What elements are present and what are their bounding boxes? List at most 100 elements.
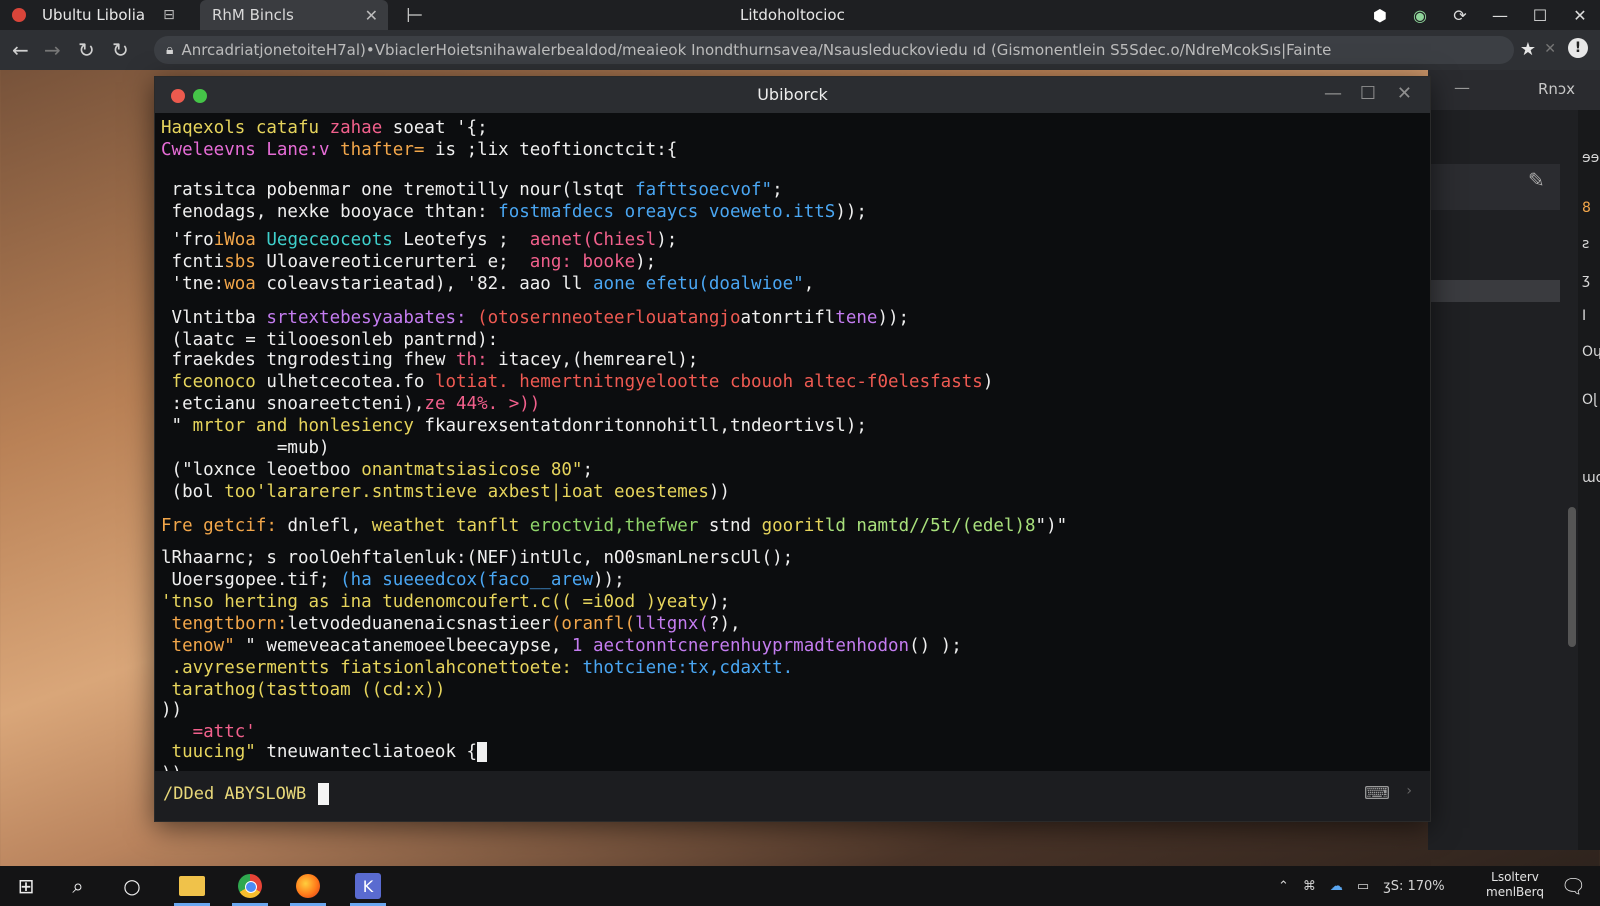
reload-alt-icon[interactable]: ↻ — [112, 38, 129, 62]
clear-icon[interactable]: ✕ — [1544, 41, 1556, 57]
notification-icon[interactable]: 🗨︎ — [1561, 874, 1586, 898]
terminal-text-segment: )) — [161, 700, 183, 720]
terminal-text-segment: onantmatsiasicose 80" — [361, 460, 583, 480]
terminal-text-segment: Uegeceoceots — [266, 230, 404, 250]
terminal-text-segment: Cweleevns Lane:v — [161, 140, 341, 160]
terminal-text-segment: tudenomcoufert.c(( =i0od )yeaty — [382, 592, 709, 612]
terminal-text-segment: weathet tanflt — [371, 516, 530, 536]
battery-icon[interactable]: ▭ — [1357, 879, 1369, 894]
terminal-line: tarathog(tasttoam ((cd:x)) — [161, 679, 446, 701]
system-tray: ⌃ ⌘ ☁ ▭ ʒS: 170% — [1278, 866, 1445, 906]
new-tab-icon[interactable]: ⊢ — [406, 3, 423, 27]
cloud-icon[interactable]: ☁ — [1330, 879, 1343, 894]
tab-grid-icon[interactable]: ⊟ — [163, 7, 175, 23]
terminal-prompt-bar[interactable]: /DDed ABYSLOWB ⌨ › — [155, 771, 1430, 821]
krita-icon[interactable]: K — [342, 866, 394, 906]
sync-icon[interactable]: ⟳ — [1440, 6, 1480, 25]
minimize-icon[interactable]: — — [1454, 78, 1470, 97]
firefox-icon[interactable] — [282, 866, 334, 906]
terminal-text-segment: ); — [635, 252, 657, 272]
terminal-text-segment: tuucing" — [161, 742, 267, 762]
terminal-text-segment: , — [803, 274, 815, 294]
terminal-text-segment: " — [161, 416, 193, 436]
minimize-icon[interactable]: — — [1480, 6, 1520, 25]
terminal-text-segment: ulhetcecotea.fo — [266, 372, 435, 392]
terminal-line: (bol too'lararerer.sntmstieve axbest|ioa… — [161, 481, 730, 503]
side-tool-icon[interactable]: ƨ — [1582, 236, 1589, 252]
terminal-text-segment: ); — [708, 592, 730, 612]
chevron-right-icon[interactable]: › — [1406, 783, 1412, 799]
profile-icon[interactable]: ◉ — [1400, 6, 1440, 25]
reload-icon[interactable]: ↻ — [78, 38, 95, 62]
ubuntu-logo-icon — [12, 8, 26, 22]
terminal-line: Cweleevns Lane:v thafter= is ;lix teofti… — [161, 139, 677, 161]
close-window-icon[interactable]: ✕ — [1560, 6, 1600, 25]
terminal-text-segment: ; — [582, 460, 593, 480]
network-icon[interactable]: ⌘ — [1303, 879, 1316, 894]
terminal-text-segment: Fre getcif: — [161, 516, 288, 536]
maximize-icon[interactable]: ☐ — [1360, 83, 1376, 104]
tray-status-text[interactable]: ʒS: 170% — [1383, 879, 1444, 894]
keyboard-icon[interactable]: ⌨ — [1364, 783, 1390, 804]
terminal-text-segment: th: — [456, 350, 488, 370]
side-tool-icon[interactable]: ɯɑɭ — [1582, 470, 1600, 486]
side-tool-icon[interactable]: ɘɘɑ — [1582, 150, 1600, 166]
terminal-line: Fre getcif: dnlefl, weathet tanflt eroct… — [161, 515, 1067, 537]
address-bar[interactable]: 🔒︎ AnrcadriatjonetoiteH7al)•VbiaclerHoie… — [154, 36, 1514, 64]
terminal-text-segment: mrtor and honlesiency — [192, 416, 425, 436]
terminal-text-segment: .avyresermentts — [161, 658, 341, 678]
terminal-line: " mrtor and honlesiency fkaurexsentatdon… — [161, 415, 867, 437]
side-tool-icon[interactable]: ʒ — [1582, 272, 1590, 288]
terminal-text-segment: goorit — [761, 516, 825, 536]
close-icon[interactable]: ✕ — [1397, 83, 1412, 104]
tab-ubuntu[interactable]: Ubultu Libolia ⊟ — [0, 0, 200, 30]
terminal-line: fraekdes tngrodesting fhew th: itacey,(h… — [161, 349, 699, 371]
side-tool-icon[interactable]: 8 — [1582, 200, 1591, 216]
forward-icon[interactable]: → — [44, 38, 61, 62]
side-tool-icon[interactable]: I — [1582, 308, 1586, 324]
maximize-icon[interactable]: ☐ — [1520, 6, 1560, 25]
terminal-line: fcntisbs Uloavereoticerurteri e; ang: bo… — [161, 251, 657, 273]
terminal-text-segment: coleavstarieatad), '82. aao ll — [266, 274, 593, 294]
pen-icon[interactable]: ✎ — [1528, 168, 1545, 192]
search-icon[interactable]: ⌕ — [52, 866, 104, 906]
task-view-icon[interactable]: ○ — [106, 866, 158, 906]
terminal-text-segment: sbs — [224, 252, 267, 272]
file-explorer-icon[interactable] — [166, 866, 218, 906]
terminal-line: 'tnso herting as ina tudenomcoufert.c(( … — [161, 591, 730, 613]
terminal-text-segment: stnd — [708, 516, 762, 536]
terminal-text-segment: soeat '{; — [382, 118, 488, 138]
start-icon[interactable]: ⊞ — [0, 866, 52, 906]
terminal-text-segment: Haqexols catafu — [161, 118, 330, 138]
terminal-title: Ubiborck — [757, 85, 828, 104]
terminal-line: )) — [161, 699, 182, 721]
terminal-text-segment: intUlc, nO0smanLnerscUl(); — [519, 548, 794, 568]
bookmark-star-icon[interactable]: ★ — [1520, 39, 1536, 60]
chevron-up-icon[interactable]: ⌃ — [1278, 879, 1289, 894]
terminal-text-segment: =attc' — [161, 722, 256, 742]
alert-icon[interactable]: ! — [1568, 38, 1588, 58]
lock-icon: 🔒︎ — [166, 42, 174, 58]
terminal-text-segment: )) — [708, 482, 730, 502]
scrollbar[interactable] — [1568, 507, 1576, 647]
side-tool-icon[interactable]: Οɭ — [1582, 392, 1597, 408]
tab-active[interactable]: RhM Bincls ✕ — [200, 0, 388, 30]
close-tab-icon[interactable]: ✕ — [365, 6, 378, 25]
extension-icon[interactable]: ⬢ — [1360, 6, 1400, 25]
chrome-icon[interactable] — [224, 866, 276, 906]
terminal-line: 'tne:woa coleavstarieatad), '82. aao ll … — [161, 273, 815, 295]
window-title: Litdoholtocioc — [740, 6, 845, 24]
terminal-text-segment: too'lararerer.sntmstieve axbest|ioat eoe… — [224, 482, 709, 502]
terminal-text-segment: tengttborn: — [161, 614, 288, 634]
minimize-icon[interactable]: — — [1324, 83, 1342, 104]
browser-navbar: ← → ↻ ↻ 🔒︎ AnrcadriatjonetoiteH7al)•Vbia… — [0, 30, 1600, 70]
clock[interactable]: Lsolterv menlBerq — [1486, 870, 1544, 900]
terminal-text-segment: ratsitca pobenmar one tremotilly nour(ls… — [161, 180, 636, 200]
terminal-text-segment: lRhaarnc; s roolOehftalenluk:(NEF) — [161, 548, 520, 568]
side-tool-icon[interactable]: Οɥ — [1582, 344, 1600, 360]
panel-row-selected[interactable] — [1428, 280, 1560, 302]
back-icon[interactable]: ← — [12, 38, 29, 62]
terminal-text-segment: (ha sueeedcox(faco__arew — [340, 570, 593, 590]
prompt-input[interactable]: /DDed ABYSLOWB — [163, 783, 330, 805]
clock-line-1: Lsolterv — [1491, 870, 1539, 884]
